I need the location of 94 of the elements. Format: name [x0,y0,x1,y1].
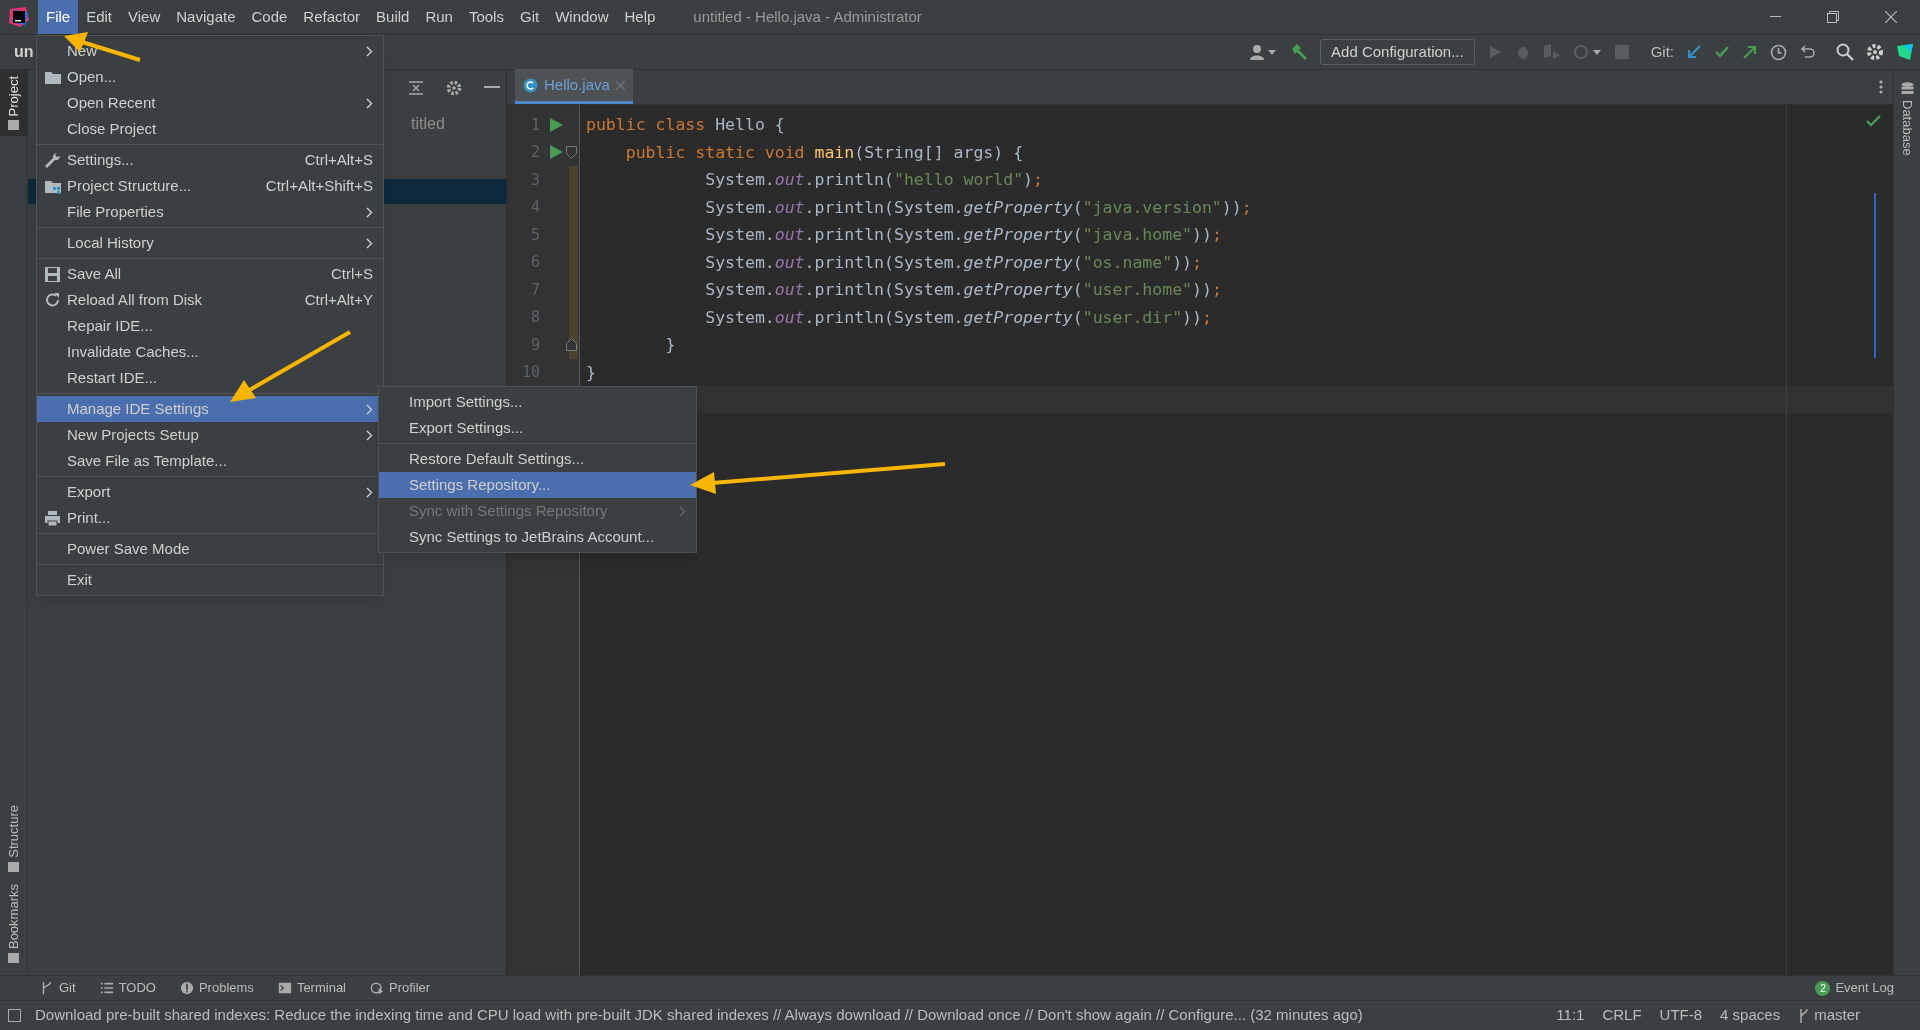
code-line: System.out.println(System.getProperty("user.dir")); [704,306,1212,329]
update-arrow-icon[interactable] [1686,44,1702,60]
code-line: } [664,334,676,356]
hammer-icon[interactable] [1290,43,1309,61]
menu-bar-item[interactable]: Git [511,0,548,34]
menu-bar-item[interactable]: Edit [78,0,121,34]
event-log-button[interactable]: 2 Event Log [1815,978,1894,998]
menu-item[interactable]: Settings... Ctrl+Alt+S [37,147,383,173]
push-arrow-icon[interactable] [1742,44,1758,60]
user-icon[interactable] [1250,44,1279,60]
code-line: System.out.println(System.getProperty("user.home")); [704,279,1222,301]
code-line: System.out.println(System.getProperty("java.version")); [704,196,1252,219]
file-encoding[interactable]: UTF-8 [1659,1004,1703,1027]
app-logo-icon [8,6,30,28]
database-icon[interactable] [1900,82,1914,96]
run-gutter-icon[interactable] [550,145,563,160]
toolbox-logo-icon[interactable] [1896,43,1914,61]
minimize-icon [1769,16,1781,18]
restore-icon [1827,11,1839,23]
menu-bar-item[interactable]: View [120,0,169,34]
code-line: System.out.println(System.getProperty("java.home")); [704,224,1222,246]
tool-window-icon [8,120,19,131]
menu-bar-item[interactable]: Refactor [295,0,369,34]
collapse-all-icon[interactable] [408,79,424,96]
menu-bar-item[interactable]: Run [417,0,461,34]
side-tab[interactable]: Project [0,70,27,137]
terminal-icon [277,981,292,995]
caret-position[interactable]: 11:1 [1556,1004,1585,1027]
add-configuration-button[interactable]: Add Configuration... [1320,39,1475,65]
window-title: untitled - Hello.java - Administrator [693,6,922,27]
tool-window-button[interactable]: Git [40,978,76,998]
git-branch[interactable]: master [1798,1004,1860,1027]
menu-bar-item[interactable]: Help [616,0,664,34]
status-message[interactable]: Download pre-built shared indexes: Reduce the indexing time and CPU load with pre-built JDK shared indexes // Always download // Download once // Don't show again // Configure... (32 minutes ago) [35,1004,1363,1027]
fold-marker-icon[interactable] [566,145,577,159]
menu-bar-item[interactable]: Code [243,0,296,34]
tool-window-icon [8,953,19,963]
run-gutter-icon[interactable] [550,117,563,132]
menu-item[interactable]: Restore Default Settings... [379,446,696,472]
gear-icon[interactable] [446,79,462,96]
menu-bar-item[interactable]: Navigate [168,0,244,34]
menu-item[interactable]: Save All Ctrl+S [37,261,383,287]
menu-item[interactable]: Local History [37,230,383,256]
code-line: public static void main(String[] args) { [624,141,1024,164]
tool-window-icon [8,861,19,872]
history-clock-icon[interactable] [1770,43,1787,61]
menu-item[interactable]: Open Recent [37,90,383,116]
indent-setting[interactable]: 4 spaces [1720,1004,1781,1027]
menu-item-icon [43,291,61,309]
menu-bar-item[interactable]: Tools [460,0,512,34]
git-icon [40,981,54,995]
code-line: public class Hello { [586,114,785,136]
status-toggle-icon[interactable] [8,1009,21,1022]
side-tab[interactable]: Structure [0,799,27,878]
tool-window-button[interactable]: Profiler [370,978,431,998]
code-line: } [586,361,596,384]
git-label: Git: [1650,41,1674,62]
side-tab[interactable]: Database [1897,100,1917,156]
menu-bar-item[interactable]: File [38,0,79,34]
search-icon[interactable] [1836,43,1854,61]
commit-check-icon[interactable] [1714,44,1730,60]
menu-item[interactable]: Reload All from Disk Ctrl+Alt+Y [37,287,383,313]
menu-item[interactable]: Project Structure... Ctrl+Alt+Shift+S [37,173,383,199]
menu-item[interactable]: Invalidate Caches... [37,339,383,365]
menu-item-icon [43,509,61,527]
side-tab[interactable]: Bookmarks [0,877,27,969]
branch-icon [1798,1008,1810,1023]
settings-icon[interactable] [1866,43,1884,61]
menu-item[interactable]: Close Project [37,116,383,142]
minimize-panel-icon[interactable] [484,86,500,89]
code-line: System.out.println(System.getProperty("os.name")); [704,251,1202,274]
line-separator[interactable]: CRLF [1602,1004,1642,1027]
tool-window-button[interactable]: TODO [99,978,156,998]
fold-marker-icon[interactable] [566,338,577,351]
menu-item[interactable]: Exit [37,567,383,593]
class-file-icon [523,77,538,93]
menu-item-icon [43,151,61,169]
menu-item[interactable]: File Properties [37,199,383,225]
menu-item[interactable]: Restart IDE... [37,365,383,391]
project-name[interactable]: un [14,40,34,64]
tool-window-button[interactable]: Terminal [277,978,346,998]
todo-icon [99,981,114,995]
menu-item[interactable]: Open... [37,64,383,90]
menu-bar-item[interactable]: Window [547,0,617,34]
problems-icon [179,981,194,995]
close-icon [1885,11,1897,23]
more-icon[interactable] [1879,80,1883,94]
tool-window-button[interactable]: Problems [179,978,254,998]
menu-item-icon [43,265,61,283]
no-problems-check-icon [1866,115,1881,127]
rollback-icon[interactable] [1799,43,1816,61]
code-line: System.out.println("hello world"); [704,169,1043,191]
menu-item[interactable]: Repair IDE... [37,313,383,339]
menu-bar-item[interactable]: Build [368,0,418,34]
